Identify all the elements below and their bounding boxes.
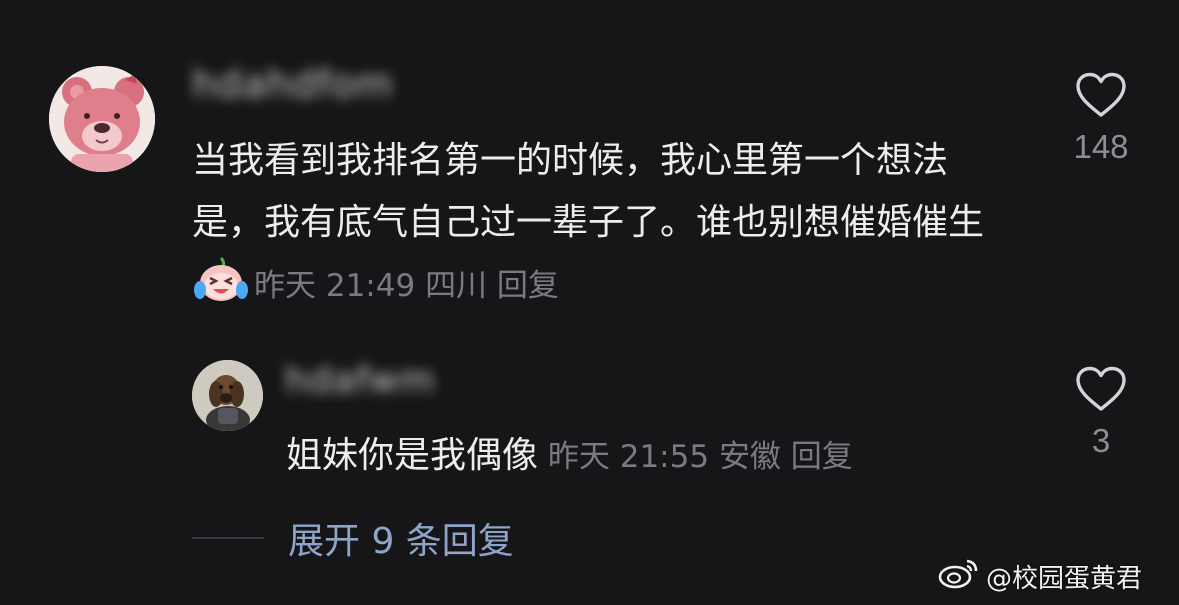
reply-like-count: 3 <box>1091 422 1111 459</box>
divider <box>192 537 264 539</box>
reply-avatar[interactable] <box>192 360 263 431</box>
like-count: 148 <box>1073 128 1129 165</box>
dog-avatar-icon <box>192 360 263 431</box>
reply-button[interactable]: 回复 <box>497 268 559 304</box>
heart-icon <box>1076 72 1126 117</box>
comment-body: 当我看到我排名第一的时候，我心里第一个想法是，我有底气自己过一辈子了。谁也别想催… <box>192 130 1012 317</box>
comment-location: 四川 <box>425 268 488 304</box>
weibo-logo-icon <box>938 557 980 596</box>
pink-bear-avatar-icon <box>49 66 155 172</box>
like-button[interactable]: 148 <box>1051 72 1151 166</box>
reply-text: 姐妹你是我偶像 <box>286 435 539 476</box>
comment-text: 当我看到我排名第一的时候，我心里第一个想法是，我有底气自己过一辈子了。谁也别想催… <box>192 140 985 243</box>
reply-reply-button[interactable]: 回复 <box>791 439 853 475</box>
reply-body: 姐妹你是我偶像 昨天 21:55 安徽 回复 <box>286 426 853 487</box>
reply-like-button[interactable]: 3 <box>1051 366 1151 460</box>
avatar[interactable] <box>49 66 155 172</box>
watermark-text: @校园蛋黄君 <box>986 564 1143 594</box>
watermark: @校园蛋黄君 <box>938 557 1142 596</box>
heart-icon <box>1076 366 1126 411</box>
username[interactable]: hdahdfom <box>192 62 393 106</box>
reply-username[interactable]: hdafwm <box>285 360 435 401</box>
reply-time: 昨天 21:55 <box>547 439 710 475</box>
reply-location: 安徽 <box>718 439 781 475</box>
comment-time: 昨天 21:49 <box>254 268 416 304</box>
expand-replies-button[interactable]: 展开 9 条回复 <box>288 512 514 564</box>
crying-laughing-face-icon <box>194 256 248 304</box>
